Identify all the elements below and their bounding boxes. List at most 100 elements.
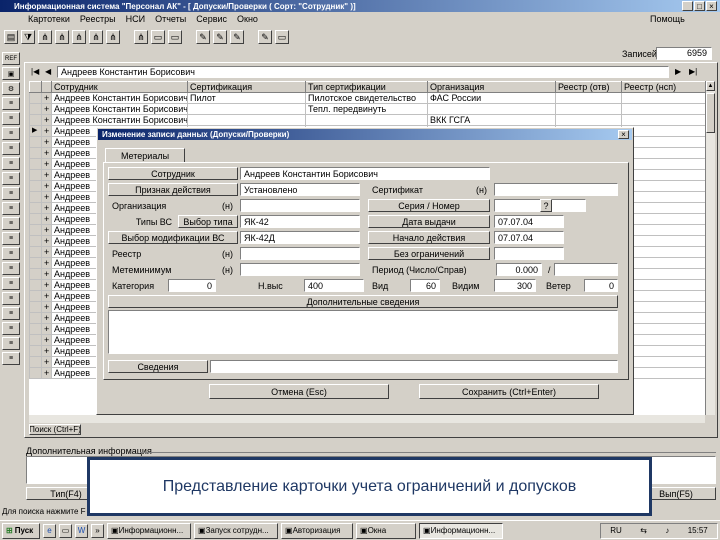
quicklaunch-word-icon[interactable]: W xyxy=(75,523,88,538)
edit-icon[interactable]: ✎ xyxy=(230,30,244,44)
check-start-field[interactable]: 07.07.04 xyxy=(494,231,564,244)
close-button[interactable]: × xyxy=(706,1,717,11)
bs-type-select-button[interactable]: Выбор типа xyxy=(178,215,238,228)
vidim-field[interactable]: 300 xyxy=(494,279,536,292)
row-expand-cell[interactable]: + xyxy=(41,257,52,269)
row-expand-cell[interactable]: + xyxy=(41,268,52,280)
table-cell[interactable] xyxy=(621,103,705,115)
employee-field[interactable]: Андреев Константин Борисович xyxy=(240,167,490,180)
column-header-employee[interactable]: Сотрудник xyxy=(51,81,188,93)
doc-icon[interactable]: ≡ xyxy=(2,277,20,290)
issue-date-field[interactable]: 07.07.04 xyxy=(494,215,564,228)
doc-icon[interactable]: ≡ xyxy=(2,202,20,215)
task-button-1[interactable]: ▣ Информационн... xyxy=(107,522,191,539)
table-cell[interactable] xyxy=(621,224,705,236)
materials-field[interactable] xyxy=(240,263,360,276)
edit-icon[interactable]: ✎ xyxy=(258,30,272,44)
row-expand-cell[interactable]: + xyxy=(41,191,52,203)
table-cell[interactable] xyxy=(621,136,705,148)
row-expand-cell[interactable]: + xyxy=(41,323,52,335)
tree-icon[interactable]: ⋔ xyxy=(38,30,52,44)
table-cell[interactable] xyxy=(621,323,705,335)
table-cell[interactable] xyxy=(621,246,705,258)
row-expand-cell[interactable]: + xyxy=(41,356,52,368)
column-header-registry-nsp[interactable]: Реестр (нсп) xyxy=(621,81,705,93)
menu-item-nsi[interactable]: НСИ xyxy=(126,14,145,24)
quicklaunch-desktop-icon[interactable]: ▭ xyxy=(59,523,72,538)
doc-icon[interactable]: ≡ xyxy=(2,187,20,200)
table-cell[interactable]: Андреев Константин Борисович xyxy=(51,114,188,126)
row-expand-cell[interactable]: + xyxy=(41,367,52,379)
extra-info-area[interactable] xyxy=(108,310,618,354)
row-expand-cell[interactable]: + xyxy=(41,290,52,302)
valid-until-field[interactable] xyxy=(494,247,564,260)
quicklaunch-ie-icon[interactable]: e xyxy=(43,523,56,538)
doc-icon[interactable]: ≡ xyxy=(2,337,20,350)
table-cell[interactable]: ФАС России xyxy=(427,92,556,104)
task-button-5[interactable]: ▣ Информационн... xyxy=(419,522,503,539)
menu-item-help[interactable]: Помощь xyxy=(650,14,685,24)
minimize-button[interactable]: _ xyxy=(682,1,693,11)
dialog-close-button[interactable]: × xyxy=(618,130,629,139)
language-indicator[interactable]: RU xyxy=(610,526,622,535)
table-cell[interactable] xyxy=(621,147,705,159)
doc-icon[interactable]: ≡ xyxy=(2,217,20,230)
series-label[interactable]: Серия / Номер xyxy=(368,199,490,212)
menu-item-kartoteki[interactable]: Картотеки xyxy=(28,14,70,24)
nav-last-icon[interactable]: ▶| xyxy=(689,67,697,76)
print-icon[interactable]: ▤ xyxy=(4,30,18,44)
doc-icon[interactable]: ≡ xyxy=(2,97,20,110)
table-cell[interactable] xyxy=(621,92,705,104)
table-cell[interactable] xyxy=(621,202,705,214)
maximize-button[interactable]: □ xyxy=(694,1,705,11)
table-cell[interactable]: Тепл. передвинуть xyxy=(305,103,428,115)
table-cell[interactable] xyxy=(621,334,705,346)
volume-icon[interactable]: ♪ xyxy=(665,526,669,535)
cancel-button[interactable]: Отмена (Esc) xyxy=(209,384,389,399)
column-header-cert-type[interactable]: Тип сертификации xyxy=(305,81,428,93)
category-field[interactable]: 0 xyxy=(168,279,216,292)
nav-prev-icon[interactable]: ◀ xyxy=(45,67,51,76)
table-cell[interactable] xyxy=(621,235,705,247)
height-field[interactable]: 400 xyxy=(304,279,364,292)
row-expand-cell[interactable]: + xyxy=(41,169,52,181)
nav-next-icon[interactable]: ▶ xyxy=(675,67,681,76)
menu-item-otchety[interactable]: Отчеты xyxy=(155,14,186,24)
doc-icon[interactable]: ≡ xyxy=(2,352,20,365)
scroll-thumb[interactable] xyxy=(706,93,715,133)
row-expand-cell[interactable]: + xyxy=(41,235,52,247)
ref-icon[interactable]: ▣ xyxy=(2,67,20,80)
tree-icon[interactable]: ⋔ xyxy=(89,30,103,44)
table-row[interactable]: + Андреев Константин Борисович ВКК ГСГА xyxy=(29,114,705,126)
network-icon[interactable]: ⇆ xyxy=(640,526,647,535)
row-expand-cell[interactable]: + xyxy=(41,158,52,170)
row-expand-cell[interactable]: + xyxy=(41,301,52,313)
table-cell[interactable] xyxy=(621,301,705,313)
doc-icon[interactable]: ≡ xyxy=(2,127,20,140)
bs-type-field[interactable]: ЯК-42 xyxy=(240,215,360,228)
series-field[interactable] xyxy=(494,199,544,212)
task-button-2[interactable]: ▣ Запуск сотрудн... xyxy=(194,522,278,539)
table-row[interactable]: + Андреев Константин Борисович Пилот Пилотс… xyxy=(29,92,705,104)
doc-icon[interactable]: ≡ xyxy=(2,247,20,260)
row-expand-cell[interactable]: + xyxy=(41,224,52,236)
table-cell[interactable]: Пилот xyxy=(187,92,306,104)
tree-icon[interactable]: ⋔ xyxy=(72,30,86,44)
table-cell[interactable] xyxy=(305,114,428,126)
table-cell[interactable] xyxy=(621,367,705,379)
tree-icon[interactable]: ⋔ xyxy=(106,30,120,44)
table-cell[interactable] xyxy=(621,279,705,291)
valid-until-label[interactable]: Без ограничений xyxy=(368,247,490,260)
vetr-field[interactable]: 0 xyxy=(584,279,618,292)
table-cell[interactable] xyxy=(621,169,705,181)
column-header-registry-otv[interactable]: Реестр (отв) xyxy=(555,81,622,93)
quicklaunch-more-icon[interactable]: » xyxy=(91,523,104,538)
form-icon[interactable]: ▭ xyxy=(151,30,165,44)
extra-info-header[interactable]: Дополнительные сведения xyxy=(108,295,618,308)
row-expand-cell[interactable]: + xyxy=(41,180,52,192)
edit-icon[interactable]: ✎ xyxy=(213,30,227,44)
row-expand-cell[interactable]: + xyxy=(41,279,52,291)
scroll-up-icon[interactable]: ▲ xyxy=(706,81,715,91)
menu-item-servis[interactable]: Сервис xyxy=(196,14,227,24)
table-cell[interactable] xyxy=(621,114,705,126)
